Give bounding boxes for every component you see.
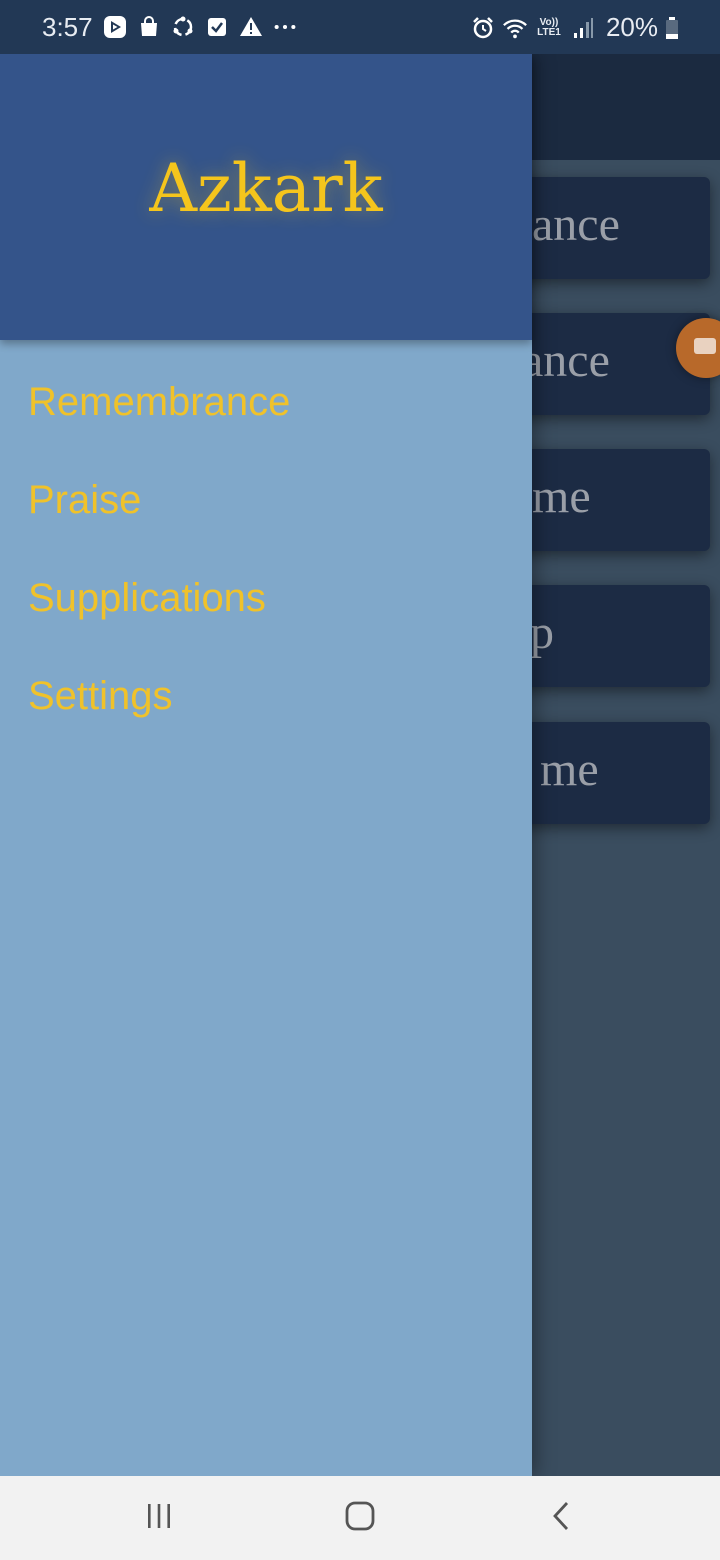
back-icon	[547, 1500, 577, 1537]
signal-icon	[570, 15, 596, 41]
screen: 3:57 Vo)) LTE1 20% ance ance me p me Azk…	[0, 0, 720, 1560]
lte-network-label: LTE1	[537, 26, 561, 38]
drawer-item-praise[interactable]: Praise	[28, 472, 290, 570]
home-button[interactable]	[330, 1494, 390, 1542]
video-icon	[694, 338, 716, 354]
battery-percentage: 20%	[605, 12, 658, 42]
status-system-icons: Vo)) LTE1 20%	[470, 12, 680, 43]
background-card-label: p	[530, 606, 554, 659]
drawer-header: Azkark	[0, 54, 532, 340]
checkbox-icon	[204, 14, 230, 40]
background-card-label: ance	[522, 334, 610, 387]
lte-icon: Vo)) LTE1	[534, 16, 564, 38]
status-time: 3:57	[42, 12, 93, 42]
system-navigation-bar	[0, 1476, 720, 1560]
navigation-drawer: Azkark Remembrance Praise Supplications …	[0, 54, 532, 1476]
warning-icon	[238, 14, 264, 40]
more-dots-icon	[272, 14, 298, 40]
drawer-item-supplications[interactable]: Supplications	[28, 570, 290, 668]
shopping-bag-icon	[136, 14, 162, 40]
recent-apps-button[interactable]	[129, 1494, 189, 1542]
alarm-icon	[470, 15, 496, 41]
drawer-title: Azkark	[149, 150, 383, 227]
background-card-label: me	[540, 743, 599, 796]
home-icon	[344, 1500, 376, 1537]
status-bar: 3:57 Vo)) LTE1 20%	[0, 0, 720, 54]
drawer-item-settings[interactable]: Settings	[28, 668, 290, 766]
background-card-label: me	[532, 470, 591, 523]
status-notification-icons	[102, 14, 298, 40]
sync-icon	[170, 14, 196, 40]
drawer-item-remembrance[interactable]: Remembrance	[28, 374, 290, 472]
recent-apps-icon	[144, 1501, 174, 1536]
background-card-label: ance	[532, 198, 620, 251]
battery-icon	[664, 15, 680, 41]
back-button[interactable]	[532, 1494, 592, 1542]
lte-volte-label: Vo))	[539, 16, 559, 28]
wifi-icon	[502, 15, 528, 41]
play-store-icon	[102, 14, 128, 40]
drawer-menu: Remembrance Praise Supplications Setting…	[28, 374, 290, 766]
